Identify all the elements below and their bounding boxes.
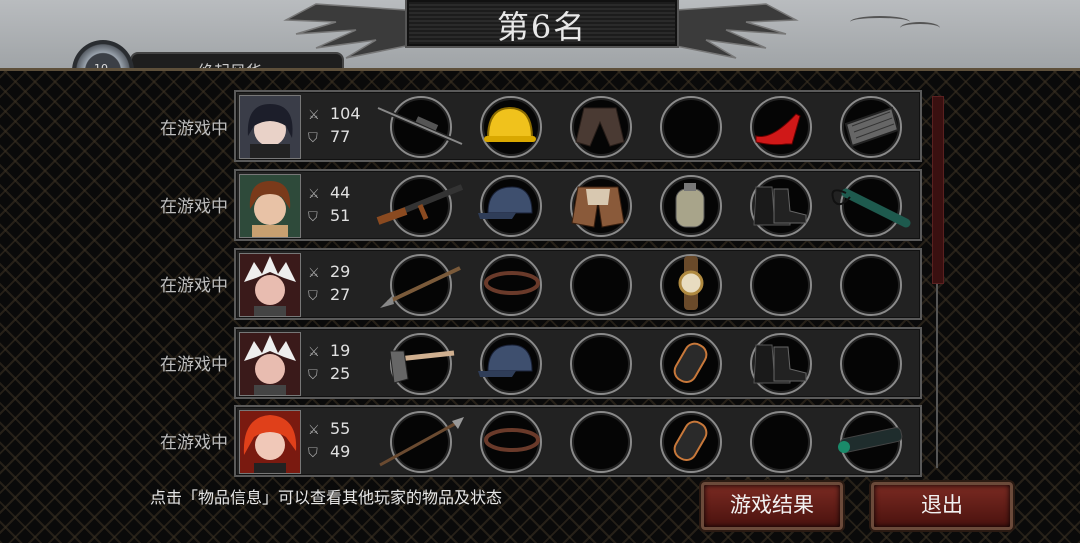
rank-title: 第6名 xyxy=(496,8,588,46)
avatar[interactable] xyxy=(239,332,301,396)
bandage-roll-icon[interactable] xyxy=(666,415,716,465)
swords-icon: ⚔ xyxy=(308,423,320,438)
bird-silhouette xyxy=(900,22,940,34)
item-slot[interactable] xyxy=(750,411,812,473)
defense-value: 27 xyxy=(330,285,351,304)
shield-icon: ⛉ xyxy=(308,131,318,146)
avatar[interactable] xyxy=(239,95,301,159)
attack-value: 55 xyxy=(330,419,351,438)
swords-icon: ⚔ xyxy=(308,108,320,123)
defense-stat: ⛉ 49 xyxy=(308,442,350,461)
defense-stat: ⛉ 25 xyxy=(308,364,350,383)
rank-banner: 第6名 xyxy=(405,0,679,48)
defense-value: 49 xyxy=(330,442,351,461)
axe-icon[interactable] xyxy=(386,339,458,389)
shield-icon: ⛉ xyxy=(308,446,318,461)
defense-value: 51 xyxy=(330,206,351,225)
combat-boots-icon[interactable] xyxy=(750,183,810,229)
blue-cap-icon[interactable] xyxy=(476,183,540,223)
exit-button[interactable]: 退出 xyxy=(871,482,1013,530)
attack-value: 19 xyxy=(330,341,351,360)
item-slot[interactable] xyxy=(570,411,632,473)
swords-icon: ⚔ xyxy=(308,266,320,281)
attack-stat: ⚔ 55 xyxy=(308,419,350,438)
attack-value: 29 xyxy=(330,262,351,281)
player-status: 在游戏中 xyxy=(160,119,228,139)
attack-stat: ⚔ 19 xyxy=(308,341,350,360)
attack-stat: ⚔ 44 xyxy=(308,183,350,202)
scope-icon[interactable] xyxy=(834,423,908,459)
player-status: 在游戏中 xyxy=(160,355,228,375)
ak-rifle-icon[interactable] xyxy=(376,181,468,231)
swords-icon: ⚔ xyxy=(308,187,320,202)
baton-icon[interactable] xyxy=(826,179,916,229)
player-row[interactable]: ⚔ 55 ⛉ 49 xyxy=(234,405,922,477)
defense-stat: ⛉ 51 xyxy=(308,206,350,225)
item-slot[interactable] xyxy=(570,333,632,395)
player-row[interactable]: ⚔ 104 ⛉ 77 xyxy=(234,90,922,162)
player-status: 在游戏中 xyxy=(160,276,228,296)
avatar[interactable] xyxy=(239,410,301,474)
red-heels-icon[interactable] xyxy=(752,106,808,148)
attack-value: 104 xyxy=(330,104,361,123)
headband-icon[interactable] xyxy=(484,268,540,298)
item-slot[interactable] xyxy=(570,254,632,316)
sniper-rifle-icon[interactable] xyxy=(376,104,466,148)
player-row[interactable]: ⚔ 29 ⛉ 27 xyxy=(234,248,922,320)
brown-vest-icon[interactable] xyxy=(568,179,628,231)
avatar[interactable] xyxy=(239,253,301,317)
defense-stat: ⛉ 77 xyxy=(308,127,350,146)
headband-icon[interactable] xyxy=(484,425,540,455)
avatar[interactable] xyxy=(239,174,301,238)
swords-icon: ⚔ xyxy=(308,345,320,360)
spear-icon[interactable] xyxy=(376,415,466,469)
defense-value: 77 xyxy=(330,127,351,146)
player-row[interactable]: ⚔ 44 ⛉ 51 xyxy=(234,169,922,241)
defense-stat: ⛉ 27 xyxy=(308,285,350,304)
attack-stat: ⚔ 104 xyxy=(308,104,361,123)
player-status: 在游戏中 xyxy=(160,197,228,217)
right-wing-guns-icon xyxy=(676,3,799,59)
wristwatch-icon[interactable] xyxy=(674,256,708,310)
bandage-roll-icon[interactable] xyxy=(666,337,716,387)
item-slot[interactable] xyxy=(660,96,722,158)
game-result-button[interactable]: 游戏结果 xyxy=(701,482,843,530)
yellow-helmet-icon[interactable] xyxy=(482,102,538,148)
rifle-magazine-icon[interactable] xyxy=(840,104,900,148)
attack-stat: ⚔ 29 xyxy=(308,262,350,281)
shield-icon: ⛉ xyxy=(308,210,318,225)
shield-icon: ⛉ xyxy=(308,289,318,304)
scrollbar-thumb[interactable] xyxy=(932,96,944,284)
combat-boots-icon[interactable] xyxy=(750,341,810,387)
leather-jacket-icon[interactable] xyxy=(574,102,626,150)
item-slot[interactable] xyxy=(750,254,812,316)
item-slot[interactable] xyxy=(840,254,902,316)
canteen-icon[interactable] xyxy=(672,181,708,229)
attack-value: 44 xyxy=(330,183,351,202)
shield-icon: ⛉ xyxy=(308,368,318,383)
player-status: 在游戏中 xyxy=(160,433,228,453)
blue-cap-icon[interactable] xyxy=(476,341,540,381)
defense-value: 25 xyxy=(330,364,351,383)
hint-text: 点击「物品信息」可以查看其他玩家的物品及状态 xyxy=(150,488,503,507)
spear-icon[interactable] xyxy=(378,260,464,310)
item-slot[interactable] xyxy=(840,333,902,395)
player-row[interactable]: ⚔ 19 ⛉ 25 xyxy=(234,327,922,399)
